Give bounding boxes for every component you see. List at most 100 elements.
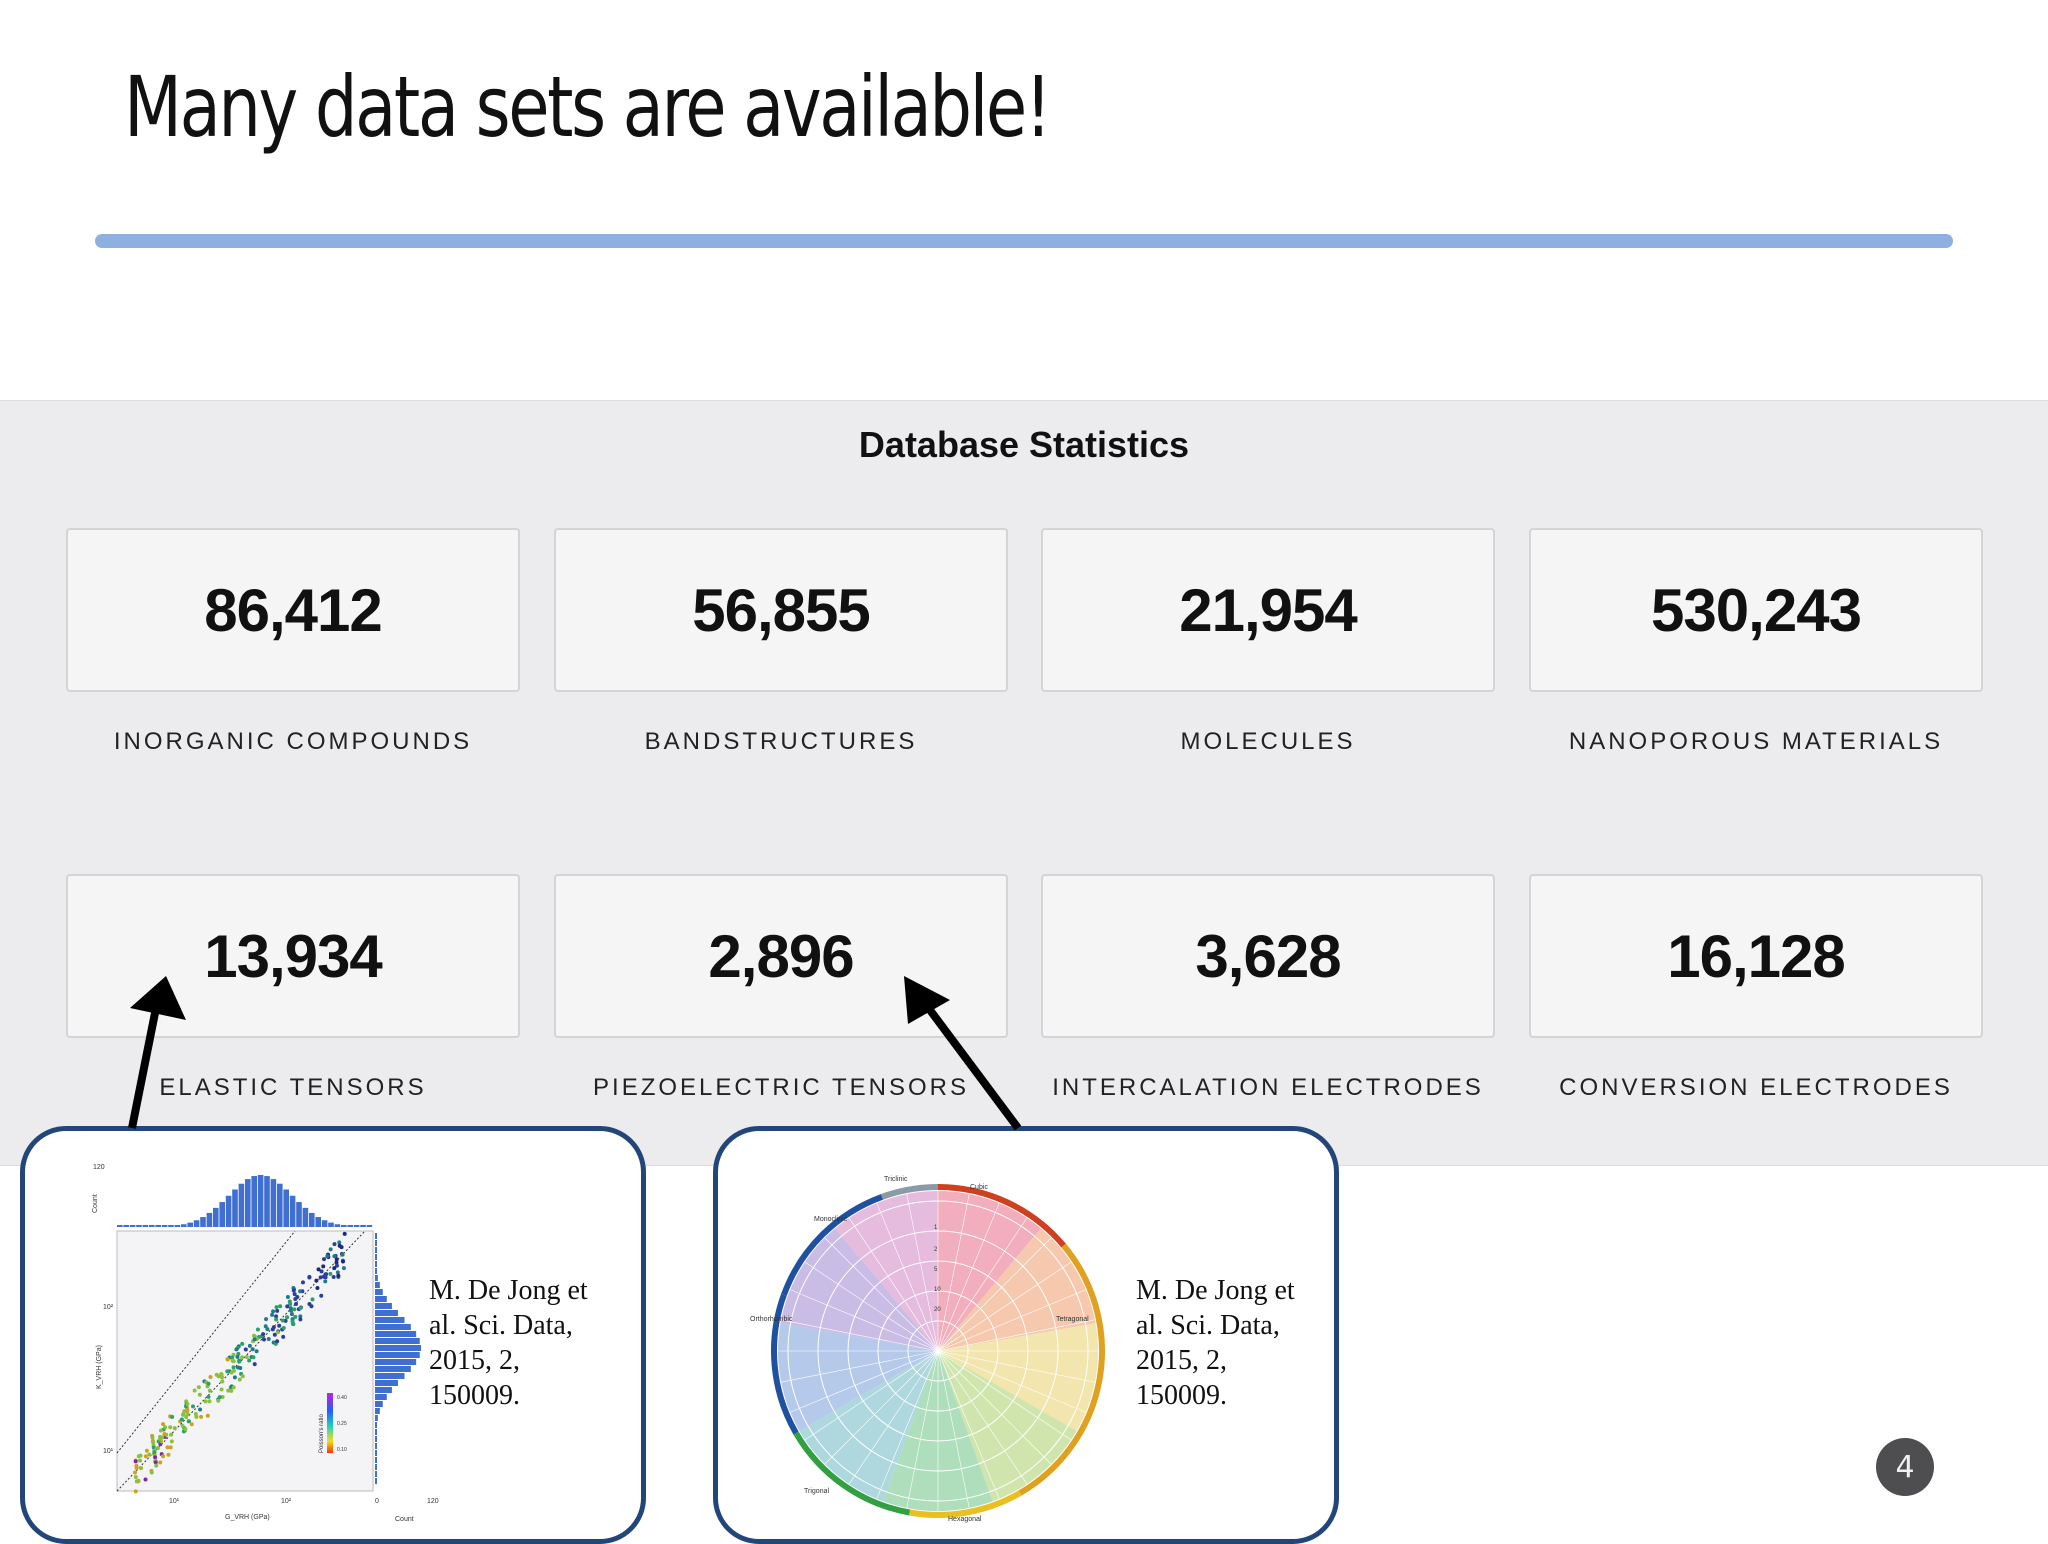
- scatter-point: [162, 1432, 167, 1437]
- scatter-point: [341, 1266, 346, 1271]
- scatter-point: [216, 1374, 221, 1379]
- stat-label: ELASTIC TENSORS: [159, 1074, 427, 1101]
- side-hist-bar: [375, 1324, 411, 1330]
- scatter-point: [232, 1375, 237, 1380]
- x-tick: 10¹: [169, 1498, 180, 1505]
- scatter-point: [189, 1422, 194, 1427]
- stat-card-nanoporous-materials: 530,243: [1529, 528, 1983, 692]
- scatter-point: [266, 1337, 271, 1342]
- radial-tick: 20: [934, 1307, 941, 1313]
- scatter-point: [270, 1312, 275, 1317]
- scatter-point: [240, 1374, 245, 1379]
- scatter-point: [322, 1274, 327, 1279]
- stat-value: 16,128: [1667, 922, 1846, 990]
- side-hist-bar: [375, 1254, 377, 1260]
- scatter-point: [196, 1385, 201, 1390]
- side-hist-bar: [375, 1443, 377, 1449]
- scatter-point: [237, 1359, 242, 1364]
- scatter-point: [235, 1354, 240, 1359]
- scatter-point: [170, 1414, 175, 1419]
- elastic-citation: M. De Jong et al. Sci. Data, 2015, 2, 15…: [429, 1275, 588, 1411]
- scatter-point: [134, 1465, 139, 1470]
- top-hist-bar: [251, 1176, 257, 1227]
- stat-label: PIEZOELECTRIC TENSORS: [593, 1074, 969, 1101]
- stat-value: 530,243: [1651, 576, 1862, 644]
- top-hist-ymax: 120: [93, 1164, 105, 1171]
- scatter-point: [280, 1318, 285, 1323]
- scatter-point: [172, 1426, 177, 1431]
- scatter-point: [206, 1381, 211, 1386]
- scatter-point: [285, 1315, 290, 1320]
- scatter-point: [225, 1369, 230, 1374]
- scatter-point: [323, 1279, 328, 1284]
- side-hist-bar: [375, 1352, 420, 1358]
- scatter-point: [133, 1459, 138, 1464]
- top-hist-bar: [219, 1202, 225, 1227]
- side-hist-bar: [375, 1366, 411, 1372]
- elastic-scatter-figure: 120 Count 0.40 0.25 0.10 Poisson's ratio…: [92, 1164, 439, 1523]
- scatter-point: [255, 1327, 260, 1332]
- scatter-point: [198, 1407, 203, 1412]
- scatter-point: [322, 1257, 327, 1262]
- top-histogram: [117, 1175, 373, 1227]
- side-hist-bar: [375, 1401, 383, 1407]
- scatter-point: [293, 1297, 298, 1302]
- scatter-point: [274, 1317, 279, 1322]
- scatter-point: [274, 1305, 279, 1310]
- scatter-point: [192, 1388, 197, 1393]
- colorbar-tick: 0.25: [337, 1421, 347, 1427]
- scatter-point: [199, 1414, 204, 1419]
- top-hist-bar: [123, 1225, 129, 1227]
- top-hist-bar: [117, 1225, 123, 1227]
- top-hist-bar: [334, 1224, 341, 1227]
- top-hist-bar: [155, 1225, 161, 1227]
- piezo-tensor-card: Triclinic Cubic Monoclinic Orthorhombic …: [713, 1126, 1339, 1544]
- scatter-point: [139, 1466, 144, 1471]
- scatter-point: [325, 1254, 330, 1259]
- stat-value: 3,628: [1195, 922, 1341, 990]
- scatter-point: [270, 1327, 275, 1332]
- top-hist-bar: [136, 1225, 142, 1227]
- stat-label: NANOPOROUS MATERIALS: [1568, 728, 1944, 755]
- crystal-system-label: Orthorhombic: [750, 1316, 793, 1323]
- scatter-point: [252, 1362, 257, 1367]
- stat-card-conversion-electrodes: 16,128: [1529, 874, 1983, 1038]
- side-hist-bar: [375, 1345, 421, 1351]
- scatter-point: [271, 1309, 276, 1314]
- scatter-point: [234, 1347, 239, 1352]
- top-hist-bar: [245, 1179, 251, 1227]
- scatter-point: [310, 1297, 315, 1302]
- scatter-point: [336, 1273, 341, 1278]
- side-hist-bar: [375, 1268, 377, 1274]
- side-hist-bar: [375, 1415, 378, 1421]
- top-hist-bar: [257, 1175, 264, 1227]
- scatter-point: [240, 1341, 245, 1346]
- scatter-point: [290, 1321, 295, 1326]
- top-hist-bar: [225, 1195, 232, 1227]
- scatter-point: [136, 1479, 141, 1484]
- scatter-point: [294, 1302, 299, 1307]
- y-axis-label: K_VRH (GPa): [96, 1345, 103, 1389]
- scatter-point: [307, 1275, 312, 1280]
- scatter-point: [240, 1355, 245, 1360]
- scatter-point: [231, 1368, 236, 1373]
- top-hist-bar: [347, 1225, 353, 1227]
- y-tick: 10²: [103, 1304, 114, 1311]
- top-hist-bar: [187, 1222, 193, 1227]
- scatter-point: [168, 1445, 173, 1450]
- scatter-point: [261, 1337, 266, 1342]
- scatter-point: [182, 1409, 187, 1414]
- scatter-point: [263, 1324, 268, 1329]
- scatter-point: [285, 1294, 290, 1299]
- scatter-point: [281, 1325, 286, 1330]
- top-hist-bar: [213, 1207, 219, 1227]
- side-hist-bar: [375, 1422, 377, 1428]
- top-hist-bar: [232, 1189, 238, 1227]
- scatter-point: [328, 1247, 333, 1252]
- scatter-point: [154, 1463, 159, 1468]
- side-hist-bar: [375, 1303, 392, 1309]
- scatter-point: [251, 1333, 256, 1338]
- scatter-point: [168, 1425, 173, 1430]
- top-hist-bar: [328, 1222, 334, 1227]
- top-hist-bar: [296, 1202, 302, 1227]
